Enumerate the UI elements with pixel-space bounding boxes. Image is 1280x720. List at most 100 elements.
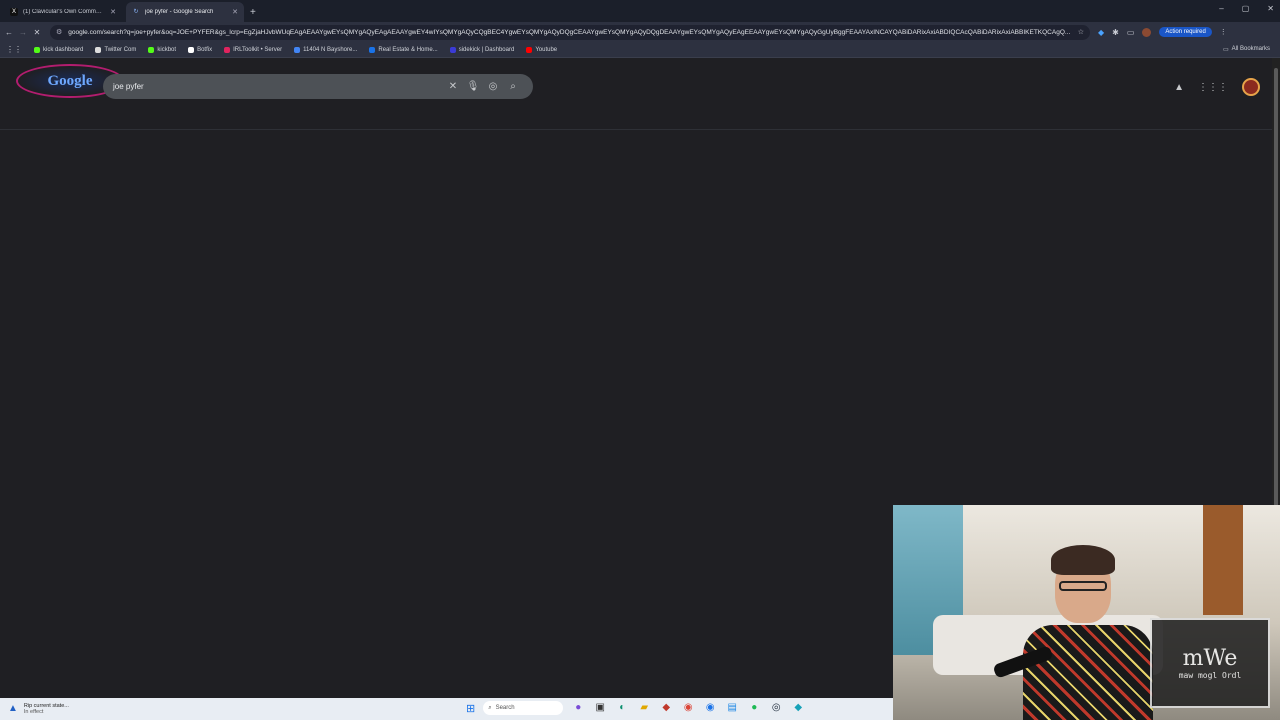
close-tab-icon[interactable]: ✕	[232, 8, 238, 16]
side-panel-icon[interactable]: ▭	[1127, 28, 1135, 37]
bookmark-label: sidekick | Dashboard	[458, 46, 515, 53]
close-tab-icon[interactable]: ✕	[110, 8, 116, 16]
bookmark-star-icon[interactable]: ☆	[1078, 28, 1084, 36]
action-required-button[interactable]: Action required	[1159, 27, 1212, 37]
bookmark-bayshore[interactable]: 11404 N Bayshore...	[294, 46, 358, 53]
tab-title: (1) Clavicular's Own Communi...	[23, 9, 106, 15]
new-tab-button[interactable]: +	[250, 7, 256, 18]
search-icon[interactable]: ⌕	[503, 81, 523, 92]
wood-panel	[1203, 505, 1243, 615]
irltoolkit-icon	[224, 46, 231, 53]
all-bookmarks-label: All Bookmarks	[1231, 46, 1270, 52]
close-window-button[interactable]: ✕	[1267, 4, 1274, 13]
badge-title: mWe	[1182, 646, 1238, 671]
x-logo-icon	[95, 46, 102, 53]
folder-icon: ▭	[1222, 47, 1229, 53]
bookmarks-bar: ⋮⋮ kick dashboard Twitter Com kickbot Bo…	[0, 42, 1280, 58]
back-icon[interactable]: ←	[2, 28, 16, 37]
app-icon[interactable]: ◆	[659, 701, 673, 715]
forward-icon[interactable]: →	[16, 28, 30, 37]
url-text: google.com/search?q=joe+pyfer&oq=JOE+PYF…	[68, 28, 1071, 36]
browser-menu-icon[interactable]: ⋮	[1220, 28, 1227, 36]
search-box[interactable]: joe pyfer ✕ 🎙 ◎ ⌕	[103, 74, 533, 99]
bookmark-label: kickbot	[157, 46, 177, 53]
avatar[interactable]	[1242, 78, 1260, 96]
site-info-icon[interactable]: ⚙	[56, 28, 62, 36]
spotify-icon[interactable]: ●	[747, 701, 761, 715]
taskbar-search-placeholder: Search	[495, 705, 515, 711]
streamer-hair	[1051, 545, 1115, 575]
browser-icon[interactable]: ◉	[703, 701, 717, 715]
sidekick-icon	[449, 46, 456, 53]
windows-start-icon[interactable]: ⊞	[466, 702, 475, 715]
maximize-button[interactable]: ▢	[1242, 4, 1250, 13]
chrome-icon[interactable]: ◉	[681, 701, 695, 715]
lens-camera-icon[interactable]: ◎	[483, 81, 503, 92]
tab-google-search[interactable]: ↻ joe pyfer - Google Search ✕	[126, 2, 244, 22]
kick-icon	[34, 46, 40, 53]
bookmark-label: IRLToolkit • Server	[233, 46, 283, 53]
microphone-icon[interactable]: 🎙	[463, 81, 483, 92]
bookmark-kick-dashboard[interactable]: kick dashboard	[34, 46, 84, 53]
google-apps-icon[interactable]: ⋮⋮⋮	[1198, 82, 1228, 93]
kickbot-icon	[148, 46, 155, 53]
tab-strip: X (1) Clavicular's Own Communi... ✕ ↻ jo…	[0, 0, 1280, 22]
file-explorer-icon[interactable]: ▰	[637, 701, 651, 715]
stop-loading-icon[interactable]: ✕	[30, 28, 44, 37]
taskbar-search[interactable]: ⌕ Search	[483, 701, 564, 715]
weather-line-2: In effect	[23, 709, 44, 715]
google-header: Google joe pyfer ✕ 🎙 ◎ ⌕ ▲ ⋮⋮⋮	[0, 58, 1272, 130]
steam-icon[interactable]: ◎	[769, 701, 783, 715]
x-logo-icon: X	[10, 8, 18, 16]
browser-toolbar: ← → ✕ ⚙ google.com/search?q=joe+pyfer&oq…	[0, 22, 1280, 42]
bookmark-twitter[interactable]: Twitter Com	[95, 46, 137, 53]
badge-subtitle: maw mogl Ordl	[1178, 671, 1242, 680]
edge-icon[interactable]: ◐	[615, 701, 629, 715]
windows-taskbar: ▲ Rip current state... In effect ⊞ ⌕ Sear…	[0, 698, 893, 720]
bookmark-kickbot[interactable]: kickbot	[148, 46, 177, 53]
bookmark-label: Youtube	[535, 46, 558, 53]
search-input[interactable]: joe pyfer	[113, 82, 443, 91]
bookmark-real-estate[interactable]: Real Estate & Home...	[369, 46, 438, 53]
task-view-icon[interactable]: ▣	[593, 701, 607, 715]
youtube-icon	[526, 46, 533, 53]
real-estate-icon	[369, 46, 376, 53]
extension-icon[interactable]: ◆	[1098, 28, 1104, 37]
copilot-icon[interactable]: ●	[571, 701, 585, 715]
globe-icon	[294, 46, 301, 53]
notepad-icon[interactable]: ▤	[725, 701, 739, 715]
bookmark-irltoolkit[interactable]: IRLToolkit • Server	[224, 46, 283, 53]
clear-search-icon[interactable]: ✕	[443, 81, 463, 92]
profile-icon[interactable]	[1142, 27, 1152, 37]
bookmark-youtube[interactable]: Youtube	[526, 46, 558, 53]
app-teal-icon[interactable]: ◆	[791, 701, 805, 715]
bookmark-sidekick[interactable]: sidekick | Dashboard	[449, 46, 515, 53]
botfix-icon	[188, 46, 195, 53]
header-actions: ▲ ⋮⋮⋮	[1174, 78, 1260, 96]
bookmark-label: kick dashboard	[43, 46, 84, 53]
bookmark-label: Botfix	[197, 46, 213, 53]
bookmark-botfix[interactable]: Botfix	[188, 46, 213, 53]
glasses	[1059, 581, 1107, 591]
window-controls: – ▢ ✕	[1219, 4, 1274, 13]
weather-widget[interactable]: ▲ Rip current state... In effect	[8, 703, 308, 715]
extensions-puzzle-icon[interactable]: ✱	[1112, 28, 1119, 37]
taskbar-apps: ⊞ ⌕ Search ● ▣ ◐ ▰ ◆ ◉ ◉ ▤ ● ◎ ◆	[466, 701, 805, 715]
webcam-overlay: mWe maw mogl Ordl	[893, 505, 1280, 720]
bookmark-label: Real Estate & Home...	[378, 46, 438, 53]
streamer	[1023, 545, 1153, 720]
tab-title: joe pyfer - Google Search	[145, 9, 214, 15]
loading-icon: ↻	[133, 9, 139, 15]
address-bar[interactable]: ⚙ google.com/search?q=joe+pyfer&oq=JOE+P…	[50, 24, 1090, 40]
bookmark-label: Twitter Com	[104, 46, 137, 53]
warning-icon: ▲	[8, 703, 18, 714]
tab-twitter[interactable]: X (1) Clavicular's Own Communi... ✕	[4, 2, 122, 22]
minimize-button[interactable]: –	[1219, 4, 1223, 13]
stream-logo-badge: mWe maw mogl Ordl	[1150, 618, 1270, 708]
floral-shirt	[1023, 625, 1153, 720]
bookmark-label: 11404 N Bayshore...	[303, 46, 358, 53]
all-bookmarks-button[interactable]: ▭ All Bookmarks	[1223, 46, 1270, 53]
labs-flask-icon[interactable]: ▲	[1174, 82, 1184, 93]
search-icon: ⌕	[488, 704, 492, 711]
apps-grid-icon[interactable]: ⋮⋮	[6, 45, 22, 54]
